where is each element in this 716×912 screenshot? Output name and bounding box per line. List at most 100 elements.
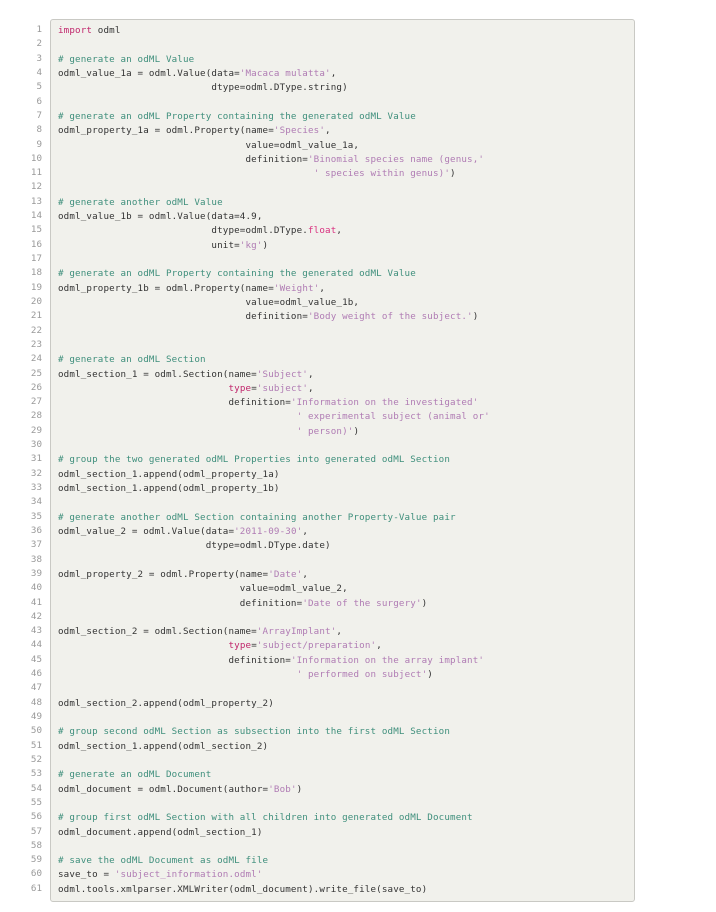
line-number: 14 [30, 210, 42, 222]
code-token-n: odml_property_1a = odml.Property(name= [58, 125, 274, 137]
code-token-s: 'Information on the array implant' [290, 654, 485, 666]
line-number: 8 [36, 124, 42, 136]
code-token-n: odml_section_2 = odml.Section(name= [58, 626, 257, 638]
line-number: 13 [30, 195, 42, 207]
code-token-n: odml_document = odml.Document(author= [58, 783, 269, 795]
line-number: 58 [30, 839, 42, 851]
code-token-n: odml.tools.xmlparser.XMLWriter(odml_docu… [58, 883, 428, 895]
code-token-s: 'Subject' [256, 368, 308, 380]
line-number: 37 [30, 539, 42, 551]
code-line: definition='Binomial species name (genus… [58, 153, 634, 167]
code-line: odml_section_2 = odml.Section(name='Arra… [58, 625, 634, 639]
code-token-c: # generate another odML Value [58, 196, 223, 208]
code-line: dtype=odml.DType.string) [58, 81, 634, 95]
code-token-c: # generate an odML Property containing t… [58, 268, 416, 280]
code-token-s: 'subject/preparation' [256, 640, 377, 652]
code-token-n: , [302, 525, 308, 537]
code-token-c: # generate another odML Section containi… [58, 511, 456, 523]
code-token-n: odml_property_2 = odml.Property(name= [58, 568, 269, 580]
code-token-n: ) [472, 311, 479, 323]
code-token-s: 'subject_information.odml' [114, 869, 263, 881]
line-number-gutter: 1 2 3 4 5 6 7 8 9 10 11 12 13 14 15 16 17 18 19 20 21 22 23 24 2… [0, 19, 50, 902]
line-number: 28 [30, 410, 42, 422]
line-number: 61 [30, 882, 42, 894]
code-line: value=odml_value_1a, [58, 139, 634, 153]
line-number: 49 [30, 711, 42, 722]
code-line: # generate an odML Section [58, 353, 634, 367]
line-number: 15 [30, 224, 42, 236]
line-number: 17 [30, 253, 42, 264]
line-number: 56 [30, 811, 42, 823]
code-token-n: definition= [58, 597, 303, 609]
code-token-n: unit= [58, 239, 240, 251]
line-number: 23 [30, 338, 42, 350]
code-line: # generate an odML Property containing t… [58, 110, 634, 124]
code-line: definition='Information on the investiga… [58, 396, 634, 410]
code-token-s: 'Macaca mulatta' [239, 67, 331, 79]
code-line: # generate an odML Property containing t… [58, 267, 634, 281]
code-line: ' species within genus)') [58, 167, 634, 181]
line-number: 48 [30, 696, 42, 708]
code-token-n: , [336, 225, 343, 237]
code-line: odml_property_2 = odml.Property(name='Da… [58, 568, 634, 582]
line-number: 60 [30, 868, 42, 880]
line-number: 21 [30, 310, 42, 322]
code-listing-row: 1 2 3 4 5 6 7 8 9 10 11 12 13 14 15 16 17 18 19 20 21 22 23 24 2… [0, 19, 716, 903]
line-number: 16 [30, 238, 42, 250]
code-token-n: odml_value_1b = odml.Value(data=4.9, [58, 211, 263, 223]
code-line: # group the two generated odML Propertie… [58, 453, 634, 467]
code-token-s: 'kg' [239, 239, 263, 251]
code-token-n: dtype=odml.DType. [58, 225, 308, 237]
code-token-n: , [308, 368, 314, 380]
code-token-n: odml_section_1.append(odml_property_1a) [58, 468, 280, 480]
code-token-n: definition= [58, 397, 291, 409]
code-token-s: 'Information on the investigated' [290, 397, 479, 409]
line-number: 4 [36, 66, 42, 78]
code-line: odml_section_1.append(odml_property_1a) [58, 468, 634, 482]
code-token-n: ) [262, 239, 269, 251]
code-token-n: value=odml_value_1a, [58, 139, 360, 151]
code-token-n: odml_section_2.append(odml_property_2) [58, 697, 274, 709]
line-number: 47 [30, 682, 42, 694]
code-block[interactable]: import odml # generate an odML Value odml… [50, 19, 635, 903]
line-number: 40 [30, 582, 42, 594]
code-token-n: odml_section_1.append(odml_section_2) [58, 740, 269, 752]
code-line: definition='Body weight of the subject.'… [58, 310, 634, 324]
line-number: 38 [30, 553, 42, 565]
code-line: odml_value_2 = odml.Value(data='2011-09-… [58, 525, 634, 539]
code-token-s: 'ArrayImplant' [256, 626, 337, 638]
line-number: 12 [30, 181, 42, 193]
code-token-s: 'Binomial species name (genus,' [307, 153, 485, 165]
line-number: 50 [30, 725, 42, 737]
line-number: 43 [30, 625, 42, 637]
line-number: 31 [30, 453, 42, 465]
code-line: odml_document.append(odml_section_1) [58, 826, 634, 840]
code-token-n: definition= [58, 311, 308, 323]
code-token-n: , [330, 67, 337, 79]
line-number: 30 [30, 439, 42, 451]
line-number: 24 [30, 353, 42, 365]
code-token-s: 'Date' [268, 568, 303, 580]
line-number: 6 [36, 95, 42, 107]
code-token-n [58, 168, 314, 179]
code-token-n: , [308, 382, 314, 394]
line-number: 42 [30, 610, 42, 622]
code-line: # generate another odML Value [58, 196, 634, 210]
code-token-n: odml_section_1.append(odml_property_1b) [58, 483, 280, 494]
line-number: 35 [30, 510, 42, 522]
code-line: ' experimental subject (animal or' [58, 410, 634, 424]
code-token-s: 'subject' [256, 382, 309, 394]
code-line: odml_section_1.append(odml_property_1b) [58, 482, 634, 496]
code-token-n: odml_value_2 = odml.Value(data= [58, 525, 235, 537]
code-token-n: odml_property_1b = odml.Property(name= [58, 282, 274, 294]
code-line: odml_property_1b = odml.Property(name='W… [58, 282, 634, 296]
line-number: 53 [30, 768, 42, 780]
code-token-s: 'Weight' [273, 282, 320, 294]
code-token-n: odml_document.append(odml_section_1) [58, 826, 263, 838]
code-line: type='subject/preparation', [58, 639, 634, 653]
code-line: dtype=odml.DType.date) [58, 539, 634, 553]
